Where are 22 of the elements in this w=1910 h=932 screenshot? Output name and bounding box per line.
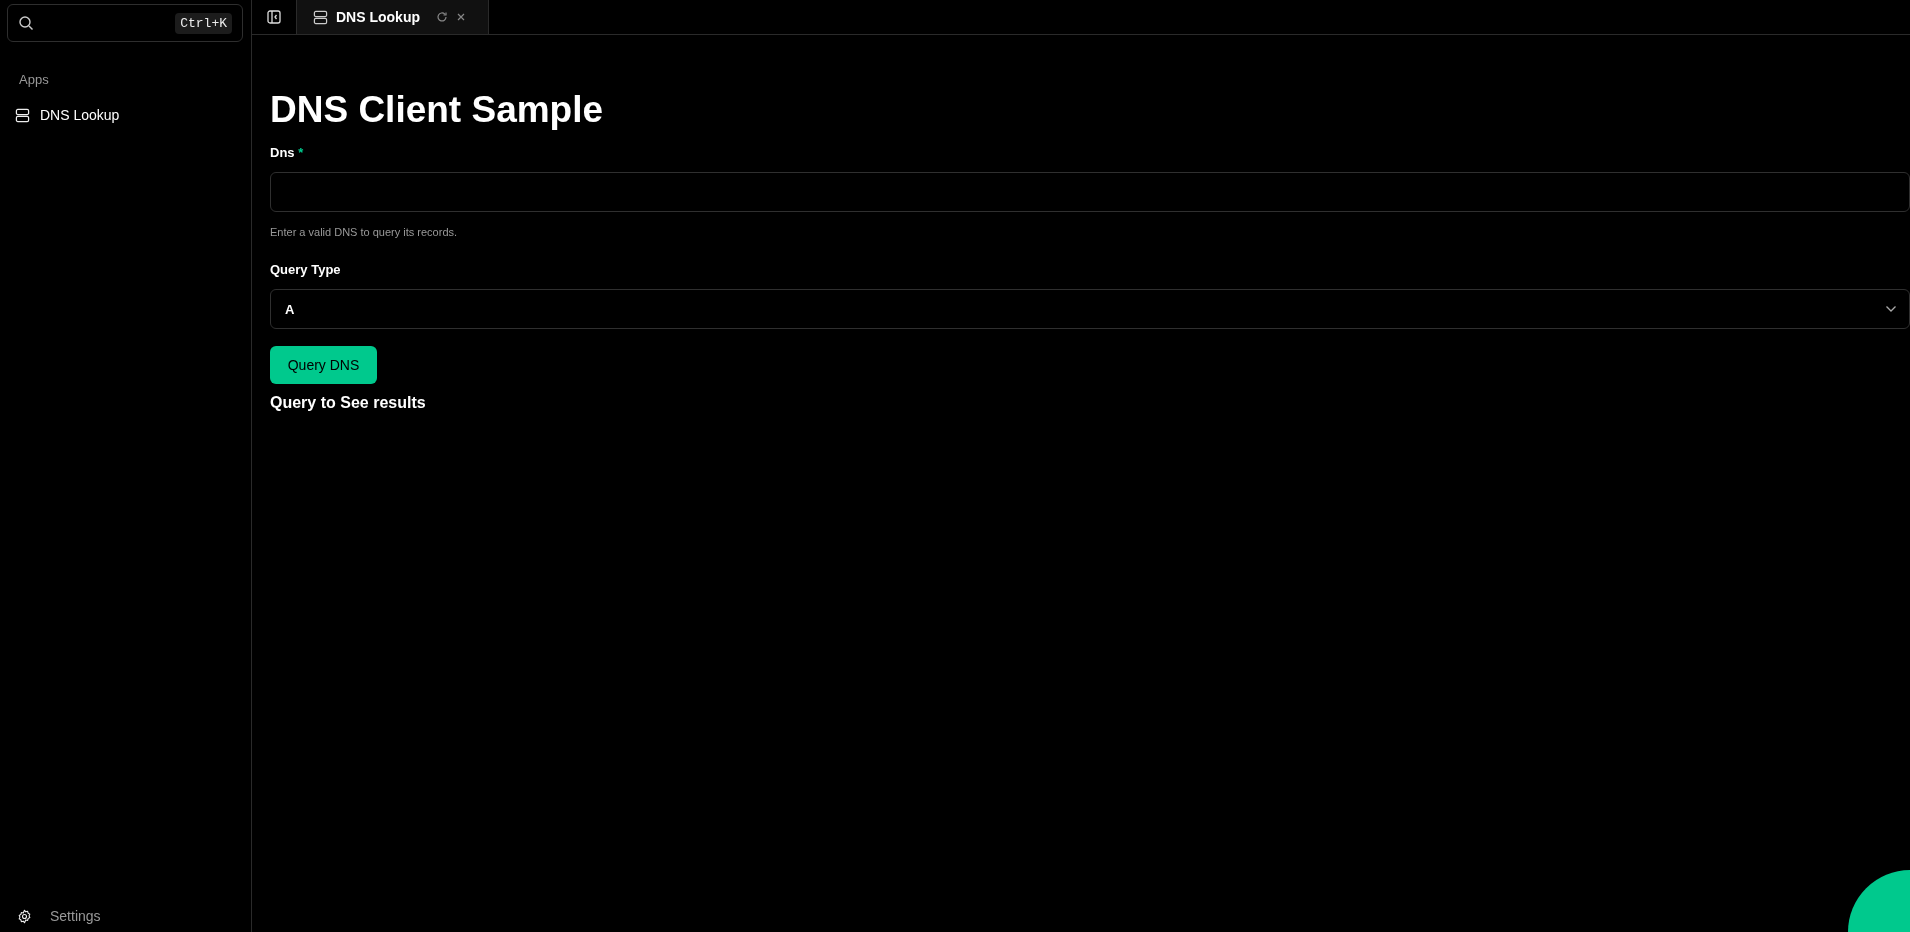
dns-input-field[interactable] bbox=[270, 172, 1910, 212]
field-label: Query Type bbox=[270, 262, 342, 277]
settings-link[interactable]: Settings bbox=[7, 908, 243, 924]
query-button[interactable]: Query DNS bbox=[270, 346, 377, 384]
page-title: DNS Client Sample bbox=[270, 89, 605, 131]
result-text: Query to See results bbox=[270, 394, 427, 412]
server-icon bbox=[313, 9, 328, 25]
shortcut-key: Ctrl+K bbox=[175, 12, 232, 34]
sidebar-item[interactable]: DNS Lookup bbox=[7, 103, 243, 127]
chevron-down-icon bbox=[1885, 305, 1897, 313]
section-heading: Apps bbox=[19, 72, 50, 87]
field-hint: Enter a valid DNS to query its records. bbox=[270, 226, 459, 238]
settings-icon bbox=[17, 908, 32, 924]
sidebar-toggle-icon bbox=[267, 10, 281, 24]
tab[interactable]: DNS Lookup bbox=[297, 0, 489, 34]
server-icon bbox=[15, 107, 30, 123]
close-icon[interactable] bbox=[456, 12, 466, 22]
search-field[interactable]: Ctrl+K bbox=[7, 4, 243, 42]
search-icon bbox=[18, 15, 34, 31]
refresh-icon[interactable] bbox=[436, 11, 448, 23]
field-label: Dns * bbox=[270, 145, 305, 160]
query-type-select[interactable]: A bbox=[270, 289, 1910, 329]
